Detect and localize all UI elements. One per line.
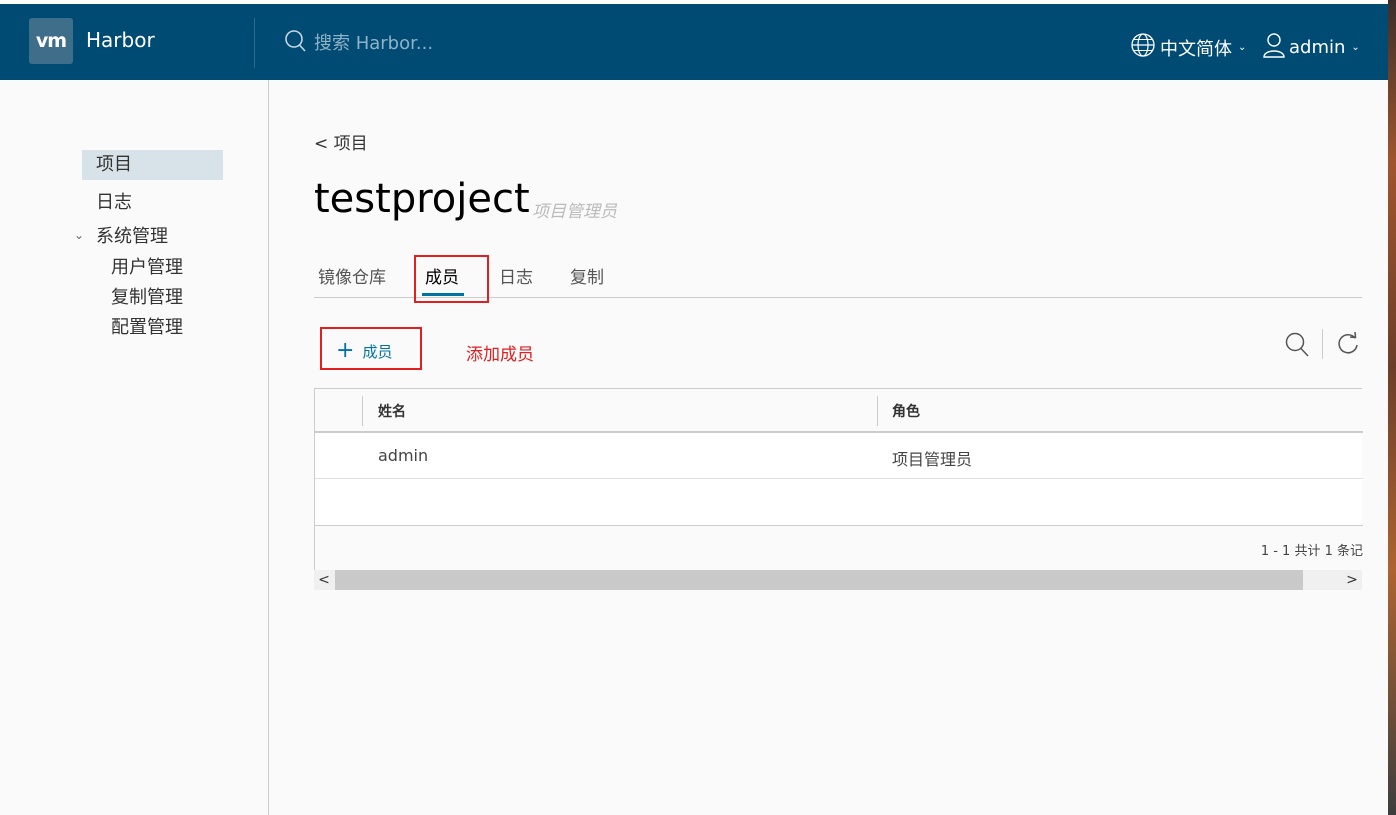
highlight-box-members-tab [414,255,489,303]
page-title: testproject [314,176,530,222]
scroll-left-arrow[interactable]: < [314,570,334,590]
chevron-down-icon: ⌄ [1238,42,1247,53]
column-separator[interactable] [362,396,363,426]
top-navigation-bar: vm Harbor 中文简体 ⌄ admin ⌄ [0,4,1388,80]
language-dropdown[interactable]: 中文简体 ⌄ [1130,32,1246,63]
column-header-name[interactable]: 姓名 [378,401,406,421]
tab-repositories[interactable]: 镜像仓库 [318,263,386,288]
search-input[interactable] [308,32,514,54]
username: admin [1289,37,1346,58]
pagination-summary: 1 - 1 共计 1 条记 [1260,544,1363,559]
horizontal-scrollbar[interactable]: < > [314,570,1362,590]
table-header: 姓名 角色 [315,389,1363,433]
user-menu[interactable]: admin ⌄ [1263,32,1360,63]
column-separator[interactable] [877,396,878,426]
sidebar: 项目 日志 ⌄ 系统管理 用户管理 复制管理 配置管理 [0,80,269,815]
chevron-down-icon: ⌄ [1351,42,1360,53]
annotation-text: 添加成员 [466,345,534,365]
cell-role: 项目管理员 [892,450,973,469]
toolbar-divider [1322,329,1323,359]
app-title[interactable]: Harbor [86,28,155,52]
vmware-logo[interactable]: vm [29,18,73,64]
scroll-right-arrow[interactable]: > [1342,570,1362,590]
cell-name: admin [378,446,429,465]
breadcrumb[interactable]: < 项目 [314,129,368,154]
tab-logs[interactable]: 日志 [499,263,533,288]
sidebar-item-admin[interactable]: 系统管理 [96,222,168,248]
scrollbar-thumb[interactable] [335,570,1303,590]
desktop-background-strip [1388,0,1396,815]
user-icon [1263,32,1285,63]
project-role-label: 项目管理员 [532,202,617,222]
sidebar-item-users[interactable]: 用户管理 [111,253,183,279]
tab-replication[interactable]: 复制 [570,263,604,288]
table-footer: 1 - 1 共计 1 条记 [315,525,1363,570]
column-header-role[interactable]: 角色 [892,401,920,421]
sidebar-item-logs[interactable]: 日志 [96,188,132,214]
global-search [284,30,514,56]
globe-icon [1130,32,1156,63]
members-table: 姓名 角色 admin 项目管理员 1 - 1 共计 1 条记 [314,388,1363,570]
header-divider [254,18,255,68]
sidebar-item-replication[interactable]: 复制管理 [111,283,183,309]
chevron-down-icon[interactable]: ⌄ [74,228,84,242]
search-icon[interactable] [1285,331,1311,363]
language-label: 中文简体 [1160,38,1232,60]
sidebar-item-configuration[interactable]: 配置管理 [111,313,183,339]
search-icon [284,28,308,58]
highlight-box-add-member [320,327,422,370]
table-row[interactable]: admin 项目管理员 [315,433,1363,479]
sidebar-item-projects[interactable]: 项目 [82,150,223,180]
refresh-icon[interactable] [1336,331,1360,361]
